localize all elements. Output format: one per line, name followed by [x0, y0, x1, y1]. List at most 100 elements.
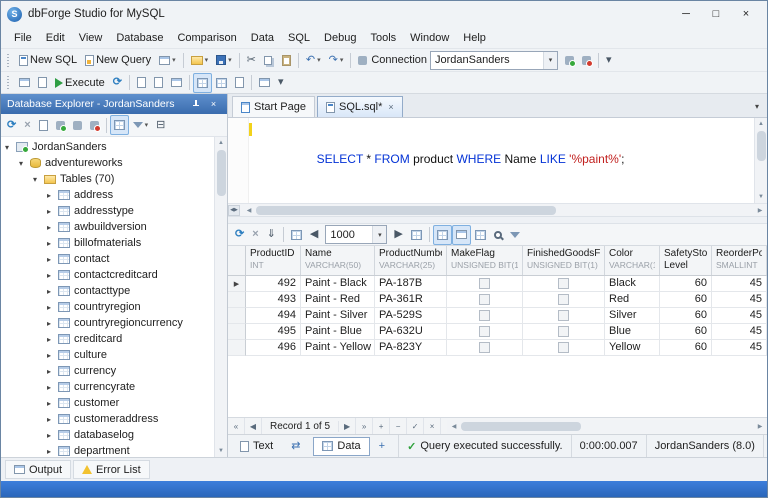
grid-view-button[interactable]: [193, 73, 212, 93]
editor-hscrollbar[interactable]: ◀▶ ◀ ▶: [228, 203, 767, 216]
cell-reorderpoint[interactable]: 45: [712, 292, 767, 308]
menu-item[interactable]: SQL: [281, 30, 317, 46]
cell-color[interactable]: Blue: [605, 324, 660, 340]
scrollbar-thumb[interactable]: [757, 131, 766, 161]
execute-options-button[interactable]: ⟳: [109, 73, 126, 93]
maximize-button[interactable]: □: [701, 4, 731, 24]
nav-button[interactable]: ×: [424, 418, 441, 434]
column-header[interactable]: Name VARCHAR(50): [301, 246, 375, 275]
tree-item[interactable]: awbuildversion: [1, 219, 214, 235]
cell-product-id[interactable]: 493: [246, 292, 301, 308]
expand-arrow-icon[interactable]: [47, 447, 58, 456]
expand-arrow-icon[interactable]: [47, 239, 58, 248]
last-page-button[interactable]: [407, 225, 426, 245]
nav-button[interactable]: «: [228, 418, 245, 434]
row-header[interactable]: [228, 308, 246, 324]
collapse-all-button[interactable]: ⊟: [152, 115, 169, 135]
cell-color[interactable]: Yellow: [605, 340, 660, 356]
expand-arrow-icon[interactable]: [47, 207, 58, 216]
expand-arrow-icon[interactable]: [47, 383, 58, 392]
cell-finishedgoodsflag[interactable]: [523, 324, 605, 340]
cell-safetystock[interactable]: 60: [660, 340, 712, 356]
fetch-all-button[interactable]: ⇓: [263, 225, 280, 245]
explorer-scrollbar[interactable]: ▲ ▼: [214, 137, 227, 457]
expand-arrow-icon[interactable]: [47, 191, 58, 200]
column-header[interactable]: ProductID INT: [246, 246, 301, 275]
tree-item[interactable]: currencyrate: [1, 379, 214, 395]
tree-item[interactable]: contactcreditcard: [1, 267, 214, 283]
status-connection[interactable]: JordanSanders (8.0): [646, 435, 763, 457]
expand-arrow-icon[interactable]: [47, 351, 58, 360]
makeflag-checkbox[interactable]: [479, 326, 490, 337]
table-row[interactable]: 493 Paint - Red PA-361R Red 60 45: [228, 292, 767, 308]
execute-button[interactable]: Execute: [51, 73, 109, 93]
column-header[interactable]: MakeFlag UNSIGNED BIT(1): [447, 246, 523, 275]
finishedgoodsflag-checkbox[interactable]: [558, 326, 569, 337]
sql-editor[interactable]: SELECT * FROM product WHERE Name LIKE '%…: [228, 117, 767, 203]
expand-arrow-icon[interactable]: [47, 335, 58, 344]
disconnect-button[interactable]: [86, 115, 103, 135]
expand-arrow-icon[interactable]: [19, 159, 30, 168]
query-profiler-button[interactable]: [133, 73, 150, 93]
menu-item[interactable]: File: [7, 30, 39, 46]
cell-product-id[interactable]: 492: [246, 276, 301, 292]
scrollbar-thumb[interactable]: [217, 150, 226, 196]
makeflag-checkbox[interactable]: [479, 342, 490, 353]
expand-arrow-icon[interactable]: [47, 223, 58, 232]
expand-arrow-icon[interactable]: [47, 415, 58, 424]
menu-item[interactable]: Comparison: [170, 30, 243, 46]
cell-product-id[interactable]: 494: [246, 308, 301, 324]
menu-item[interactable]: Help: [456, 30, 493, 46]
scroll-right-icon[interactable]: ▶: [753, 420, 767, 433]
cell-safetystock[interactable]: 60: [660, 308, 712, 324]
cell-name[interactable]: Paint - Silver: [301, 308, 375, 324]
tab-output[interactable]: Output: [5, 460, 71, 479]
expand-arrow-icon[interactable]: [47, 431, 58, 440]
stop-refresh-button[interactable]: ×: [20, 115, 34, 135]
title-bar[interactable]: S dbForge Studio for MySQL ─ □ ×: [1, 1, 767, 27]
filter-button[interactable]: ▾: [129, 115, 153, 135]
close-button[interactable]: ×: [731, 4, 761, 24]
menu-item[interactable]: Window: [403, 30, 456, 46]
chevron-down-icon[interactable]: ▾: [372, 226, 386, 243]
expand-arrow-icon[interactable]: [47, 271, 58, 280]
tree-item[interactable]: contacttype: [1, 283, 214, 299]
cell-finishedgoodsflag[interactable]: [523, 292, 605, 308]
next-page-button[interactable]: ▶: [390, 225, 406, 245]
toolbar-grip[interactable]: [6, 75, 12, 90]
cell-color[interactable]: Black: [605, 276, 660, 292]
tab-text-view[interactable]: Text: [231, 437, 282, 456]
cell-color[interactable]: Red: [605, 292, 660, 308]
grid-mode-button[interactable]: [433, 225, 452, 245]
chevron-down-icon[interactable]: ▾: [543, 52, 557, 69]
swap-views-button[interactable]: ⇄: [282, 437, 313, 456]
expand-arrow-icon[interactable]: [47, 399, 58, 408]
expand-arrow-icon[interactable]: [47, 367, 58, 376]
tree-item[interactable]: customer: [1, 395, 214, 411]
main-toolbar-overflow[interactable]: ▾: [602, 50, 616, 70]
column-header[interactable]: FinishedGoodsFlag UNSIGNED BIT(1): [523, 246, 605, 275]
connect-button[interactable]: [69, 115, 86, 135]
undo-button[interactable]: ↶ ▾: [302, 50, 325, 70]
cell-product-number[interactable]: PA-823Y: [375, 340, 447, 356]
expand-arrow-icon[interactable]: [47, 255, 58, 264]
layout-button[interactable]: [255, 73, 274, 93]
tree-item[interactable]: customeraddress: [1, 411, 214, 427]
tree-item[interactable]: adventureworks: [1, 155, 214, 171]
tab-list-dropdown[interactable]: ▾: [749, 102, 765, 111]
copy-button[interactable]: [260, 50, 278, 70]
row-header[interactable]: [228, 340, 246, 356]
prev-page-button[interactable]: ◀: [306, 225, 322, 245]
cell-product-id[interactable]: 495: [246, 324, 301, 340]
cell-reorderpoint[interactable]: 45: [712, 340, 767, 356]
close-icon[interactable]: ×: [388, 102, 393, 112]
tree-item[interactable]: countryregion: [1, 299, 214, 315]
new-connection-button[interactable]: [52, 115, 69, 135]
filter-grid-button[interactable]: [506, 225, 524, 245]
redo-button[interactable]: ↷ ▾: [325, 50, 348, 70]
cell-product-id[interactable]: 496: [246, 340, 301, 356]
cell-finishedgoodsflag[interactable]: [523, 276, 605, 292]
cell-makeflag[interactable]: [447, 276, 523, 292]
finishedgoodsflag-checkbox[interactable]: [558, 294, 569, 305]
tree-item[interactable]: contact: [1, 251, 214, 267]
